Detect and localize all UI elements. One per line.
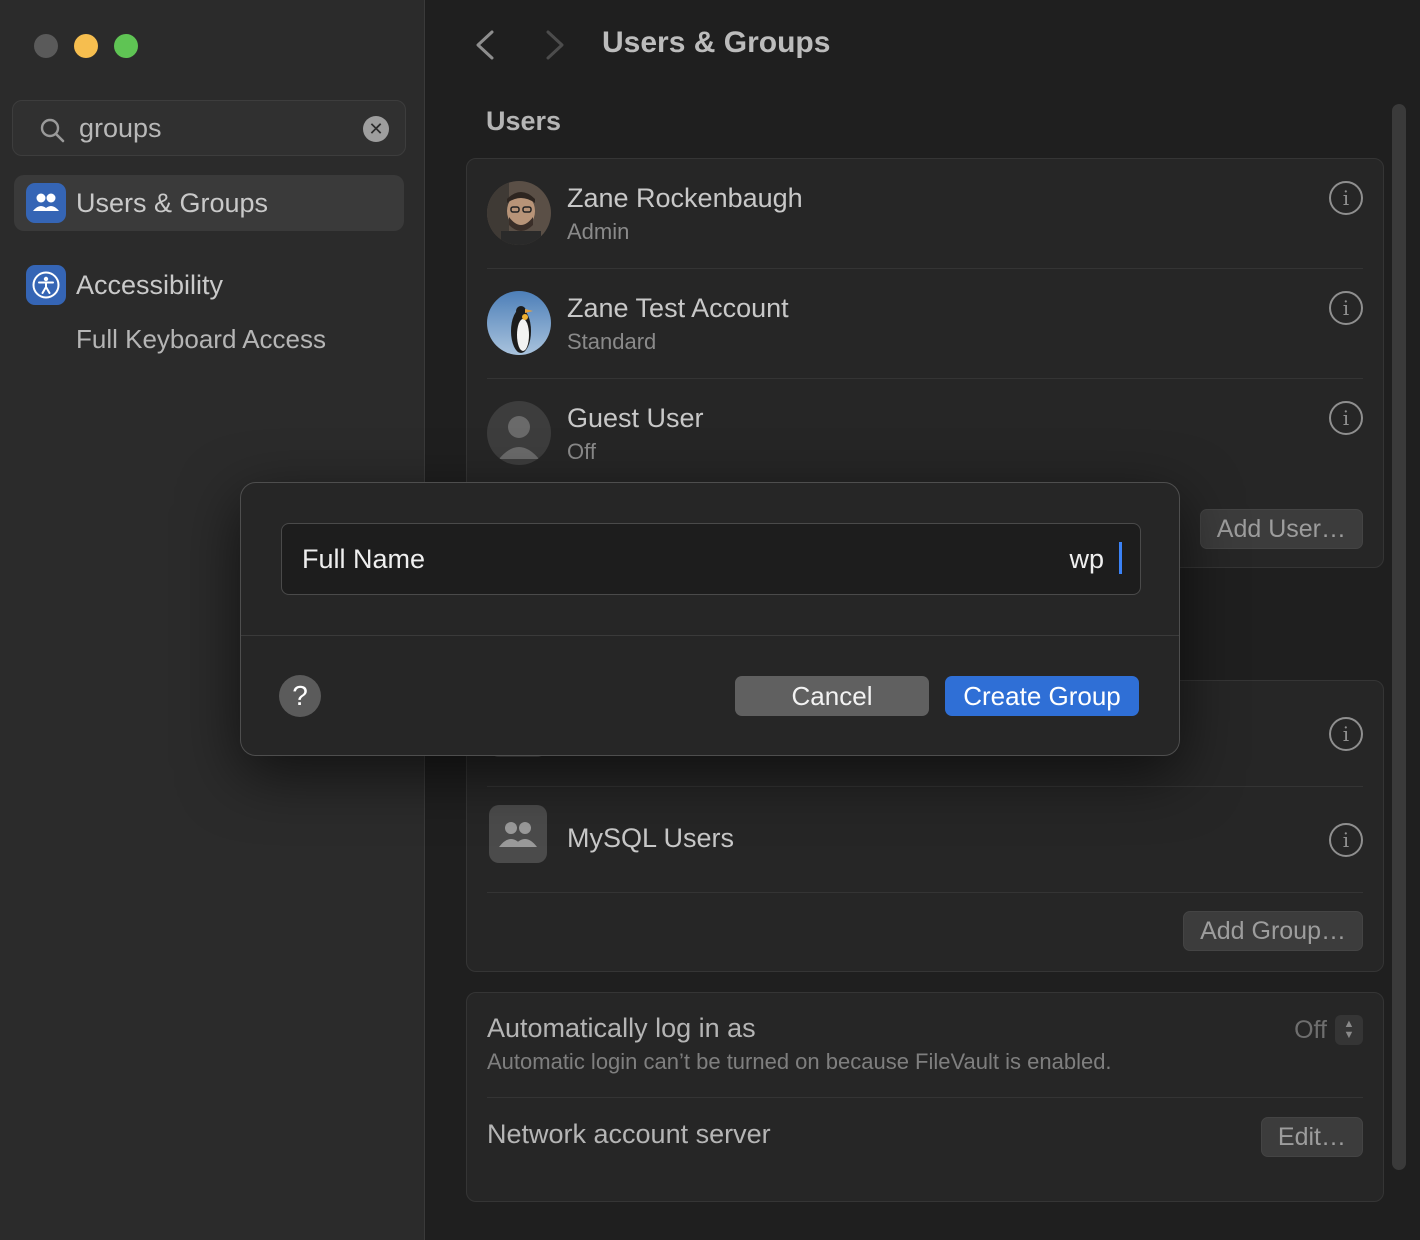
auto-login-value: Off — [1294, 1015, 1327, 1044]
clear-search-icon[interactable]: ✕ — [363, 116, 389, 142]
add-user-button[interactable]: Add User… — [1199, 509, 1363, 549]
divider — [487, 1097, 1363, 1098]
minimize-window-button[interactable] — [74, 34, 98, 58]
network-server-label: Network account server — [487, 1119, 771, 1149]
user-row: Zane Test Account Standard i — [467, 269, 1383, 379]
search-icon — [40, 118, 65, 143]
search-query: groups — [79, 113, 162, 143]
avatar — [487, 181, 551, 245]
new-group-dialog: Full Name wp ? Cancel Create Group — [240, 482, 1180, 756]
forward-arrow-icon[interactable] — [538, 28, 570, 62]
sidebar-item-label: Users & Groups — [76, 187, 269, 218]
user-name: Zane Test Account — [567, 293, 789, 323]
sidebar-item-users-groups[interactable]: Users & Groups — [14, 175, 404, 231]
user-row: Zane Rockenbaugh Admin i — [467, 159, 1383, 269]
info-icon[interactable]: i — [1329, 291, 1363, 325]
user-role: Standard — [567, 329, 657, 354]
users-groups-icon — [26, 183, 66, 223]
accessibility-icon — [26, 265, 66, 305]
search-input[interactable]: groups ✕ — [12, 100, 406, 156]
page-title: Users & Groups — [602, 26, 831, 59]
divider — [241, 635, 1179, 636]
user-role: Admin — [567, 219, 630, 244]
sidebar-item-accessibility[interactable]: Accessibility — [14, 257, 404, 313]
add-group-button[interactable]: Add Group… — [1183, 911, 1363, 951]
auto-login-label: Automatically log in as — [487, 1013, 756, 1043]
cancel-button[interactable]: Cancel — [735, 676, 929, 716]
window-controls — [34, 34, 138, 58]
avatar — [487, 291, 551, 355]
auto-login-note: Automatic login can’t be turned on becau… — [487, 1049, 1112, 1074]
info-icon[interactable]: i — [1329, 823, 1363, 857]
close-window-button[interactable] — [34, 34, 58, 58]
group-icon — [489, 805, 547, 863]
divider — [487, 892, 1363, 893]
info-icon[interactable]: i — [1329, 717, 1363, 751]
login-settings: Automatically log in as Automatic login … — [466, 992, 1384, 1202]
info-icon[interactable]: i — [1329, 181, 1363, 215]
create-group-button[interactable]: Create Group — [945, 676, 1139, 716]
text-caret — [1119, 542, 1122, 574]
group-row: MySQL Users i — [467, 787, 1383, 893]
full-name-value: wp — [1069, 544, 1104, 574]
user-name: Guest User — [567, 403, 704, 433]
info-icon[interactable]: i — [1329, 401, 1363, 435]
auto-login-popup[interactable]: Off ▲ ▼ — [1294, 1015, 1363, 1045]
scrollbar[interactable] — [1392, 104, 1406, 1170]
stepper-chevrons-icon: ▲ ▼ — [1335, 1015, 1363, 1045]
guest-avatar-icon — [487, 401, 551, 465]
back-arrow-icon[interactable] — [470, 28, 502, 62]
group-name: MySQL Users — [567, 823, 735, 853]
user-row: Guest User Off i — [467, 379, 1383, 489]
user-role: Off — [567, 439, 596, 464]
sidebar-subitem-full-keyboard-access[interactable]: Full Keyboard Access — [76, 324, 326, 355]
zoom-window-button[interactable] — [114, 34, 138, 58]
full-name-field[interactable]: Full Name wp — [281, 523, 1141, 595]
full-name-label: Full Name — [302, 544, 426, 574]
edit-network-server-button[interactable]: Edit… — [1260, 1117, 1363, 1157]
users-section-title: Users — [486, 106, 562, 136]
user-name: Zane Rockenbaugh — [567, 183, 803, 213]
sidebar-item-label: Accessibility — [76, 269, 224, 300]
help-button[interactable]: ? — [279, 675, 321, 717]
